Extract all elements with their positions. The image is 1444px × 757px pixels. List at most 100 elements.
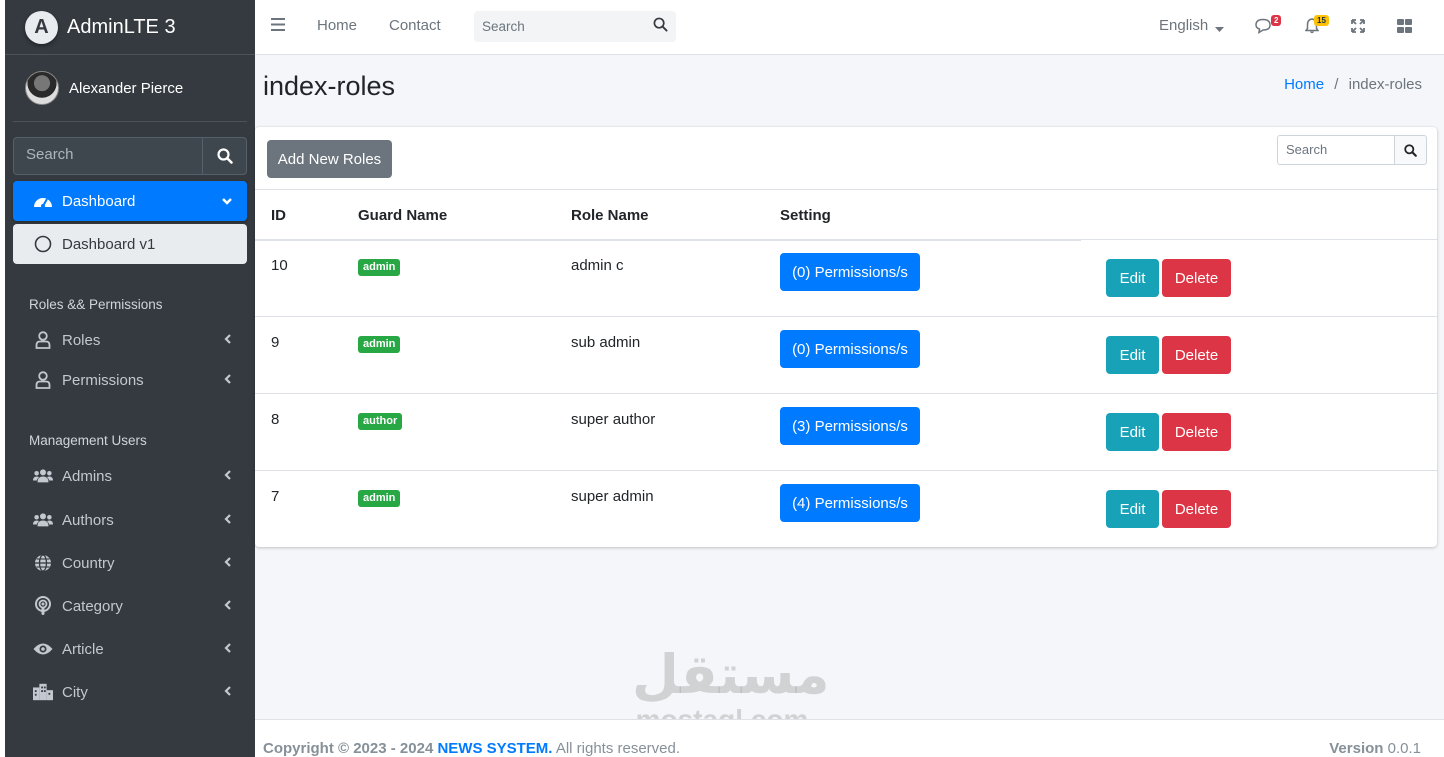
brand-link[interactable]: A AdminLTE 3 bbox=[5, 0, 255, 55]
cell-id: 10 bbox=[271, 257, 288, 274]
search-icon[interactable] bbox=[653, 17, 668, 32]
version-number: 0.0.1 bbox=[1387, 740, 1421, 757]
edit-button[interactable]: Edit bbox=[1106, 336, 1159, 374]
globe-icon bbox=[33, 553, 53, 573]
cell-role-name: sub admin bbox=[571, 334, 641, 351]
table-search-input[interactable]: Search bbox=[1277, 135, 1395, 165]
breadcrumb-current: index-roles bbox=[1348, 76, 1422, 93]
brand-logo: A bbox=[25, 10, 58, 44]
navbar-search-input[interactable]: Search bbox=[482, 19, 525, 34]
permissions-button[interactable]: (0) Permissions/s bbox=[780, 330, 920, 368]
user-name[interactable]: Alexander Pierce bbox=[69, 80, 183, 97]
page-title: index-roles bbox=[263, 71, 396, 101]
permissions-button[interactable]: (3) Permissions/s bbox=[780, 407, 920, 445]
sidebar-item-label: Permissions bbox=[62, 371, 144, 389]
th-large-icon[interactable] bbox=[1397, 19, 1412, 37]
cell-id: 9 bbox=[271, 334, 280, 351]
sidebar-item-country[interactable]: Country bbox=[13, 543, 247, 583]
delete-button[interactable]: Delete bbox=[1162, 490, 1231, 528]
sidebar-search-input[interactable]: Search bbox=[13, 137, 202, 175]
podcast-icon bbox=[33, 596, 53, 616]
copyright-text: Copyright © 2023 - 2024 bbox=[263, 740, 434, 757]
sidebar-item-authors[interactable]: Authors bbox=[13, 500, 247, 540]
cell-id: 8 bbox=[271, 411, 280, 428]
chevron-left-icon bbox=[223, 684, 233, 701]
chevron-left-icon bbox=[223, 372, 233, 389]
nav-link-home[interactable]: Home bbox=[317, 17, 357, 34]
city-icon bbox=[33, 682, 53, 702]
table-row: 7 admin super admin (4) Permissions/s Ed… bbox=[255, 470, 1437, 547]
rights-text: All rights reserved. bbox=[555, 740, 681, 757]
edit-button[interactable]: Edit bbox=[1106, 259, 1159, 297]
top-navbar: Home Contact Search English 2 15 bbox=[255, 0, 1444, 55]
chevron-left-icon bbox=[223, 468, 233, 485]
table-search-button[interactable] bbox=[1395, 135, 1427, 165]
sidebar-item-admins[interactable]: Admins bbox=[13, 456, 247, 496]
column-header-role-name: Role Name bbox=[571, 207, 649, 224]
delete-button[interactable]: Delete bbox=[1162, 336, 1231, 374]
column-header-id: ID bbox=[271, 207, 286, 224]
guard-badge: admin bbox=[358, 490, 401, 507]
breadcrumb-home-link[interactable]: Home bbox=[1284, 76, 1324, 93]
column-header-guard-name: Guard Name bbox=[358, 207, 448, 224]
table-row: 10 admin admin c (0) Permissions/s Edit … bbox=[255, 239, 1437, 316]
sidebar-item-label: Country bbox=[62, 554, 115, 572]
navbar-search[interactable]: Search bbox=[474, 11, 676, 42]
footer-copyright: Copyright © 2023 - 2024 NEWS SYSTEM. All… bbox=[263, 740, 680, 757]
caret-down-icon bbox=[1215, 20, 1224, 37]
search-icon bbox=[1404, 143, 1417, 157]
cell-id: 7 bbox=[271, 488, 280, 505]
tachometer-icon bbox=[33, 191, 53, 211]
roles-card: Add New Roles Search ID Guard Name Role … bbox=[255, 127, 1437, 547]
site-link[interactable]: NEWS SYSTEM. bbox=[437, 740, 552, 757]
chevron-left-icon bbox=[223, 555, 233, 572]
sidebar-search-button[interactable] bbox=[202, 137, 247, 175]
sidebar-item-dashboard-v1[interactable]: Dashboard v1 bbox=[13, 224, 247, 264]
edit-button[interactable]: Edit bbox=[1106, 490, 1159, 528]
delete-button[interactable]: Delete bbox=[1162, 413, 1231, 451]
sidebar-item-permissions[interactable]: Permissions bbox=[13, 360, 247, 400]
sidebar-item-roles[interactable]: Roles bbox=[13, 320, 247, 360]
user-panel[interactable]: Alexander Pierce bbox=[13, 55, 247, 122]
watermark-arabic: مستقل bbox=[632, 643, 830, 706]
main-sidebar: A AdminLTE 3 Alexander Pierce Search Das… bbox=[5, 0, 255, 757]
nav-link-contact[interactable]: Contact bbox=[389, 17, 441, 34]
sidebar-item-label: Authors bbox=[62, 511, 114, 529]
notifications-badge: 15 bbox=[1314, 15, 1329, 26]
chevron-left-icon bbox=[223, 598, 233, 615]
sidebar-item-category[interactable]: Category bbox=[13, 586, 247, 626]
guard-badge: admin bbox=[358, 336, 401, 353]
users-icon bbox=[33, 510, 53, 530]
chevron-left-icon bbox=[223, 332, 233, 349]
table-row: 8 author super author (3) Permissions/s … bbox=[255, 393, 1437, 470]
messages-badge: 2 bbox=[1271, 15, 1282, 26]
expand-arrows-icon[interactable] bbox=[1351, 19, 1365, 37]
nav-header-roles: Roles && Permissions bbox=[29, 297, 163, 312]
user-icon bbox=[33, 330, 53, 350]
sidebar-search: Search bbox=[13, 137, 247, 175]
sidebar-item-city[interactable]: City bbox=[13, 672, 247, 712]
sidebar-item-label: Roles bbox=[62, 331, 101, 349]
sidebar-item-article[interactable]: Article bbox=[13, 629, 247, 669]
hamburger-menu-icon[interactable] bbox=[271, 18, 285, 35]
delete-button[interactable]: Delete bbox=[1162, 259, 1231, 297]
cell-role-name: super author bbox=[571, 411, 656, 428]
edit-button[interactable]: Edit bbox=[1106, 413, 1159, 451]
breadcrumb-separator: / bbox=[1334, 76, 1339, 93]
chevron-down-icon bbox=[221, 193, 233, 210]
sidebar-item-dashboard[interactable]: Dashboard bbox=[13, 181, 247, 221]
user-icon bbox=[33, 370, 53, 390]
card-header: Add New Roles Search bbox=[255, 127, 1437, 190]
main-footer: Copyright © 2023 - 2024 NEWS SYSTEM. All… bbox=[255, 719, 1444, 757]
users-icon bbox=[33, 466, 53, 486]
sidebar-item-label: Admins bbox=[62, 467, 113, 485]
permissions-button[interactable]: (4) Permissions/s bbox=[780, 484, 920, 522]
avatar bbox=[25, 71, 59, 105]
brand-logo-letter: A bbox=[34, 15, 49, 38]
chevron-left-icon bbox=[223, 641, 233, 658]
permissions-button[interactable]: (0) Permissions/s bbox=[780, 253, 920, 291]
language-dropdown[interactable]: English bbox=[1159, 17, 1208, 34]
footer-version: Version 0.0.1 bbox=[1329, 740, 1421, 757]
add-new-roles-button[interactable]: Add New Roles bbox=[267, 140, 392, 178]
chevron-left-icon bbox=[223, 512, 233, 529]
